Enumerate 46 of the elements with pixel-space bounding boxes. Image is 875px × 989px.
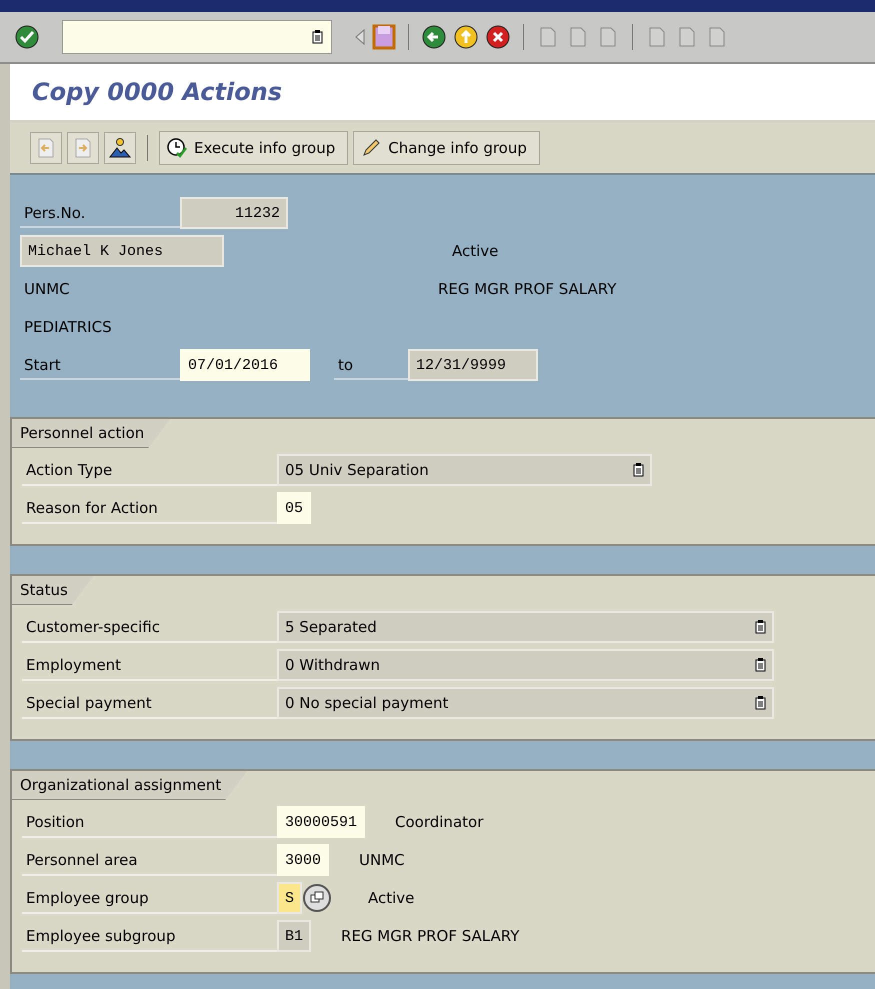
group-title: Personnel action [12,419,170,448]
screen-title: Copy 0000 Actions [32,78,282,106]
description-text: UNMC [359,851,405,869]
landscape-icon [108,136,132,160]
dropdown-icon[interactable] [312,30,323,44]
end-date-field: 12/31/9999 [408,349,538,381]
dropdown-icon[interactable] [633,463,644,477]
input-field[interactable]: 3000 [277,844,330,876]
org-text: UNMC [23,280,71,298]
department-text: PEDIATRICS [23,318,112,336]
group-title: Status [12,576,94,605]
command-field[interactable] [62,20,332,54]
back-arrow-icon[interactable] [354,28,366,46]
input-field: B1 [277,920,312,952]
employee-name-field: Michael K Jones [20,235,224,267]
dropdown-icon[interactable] [755,696,766,710]
back-icon[interactable] [421,24,447,50]
exit-icon[interactable] [453,24,479,50]
description-text: REG MGR PROF SALARY [341,927,520,945]
pencil-icon [360,137,382,159]
input-field[interactable]: S [277,882,302,914]
dropdown-field[interactable]: 0 Withdrawn [277,649,774,681]
status-text: Active [451,242,498,260]
dropdown-field[interactable]: 0 No special payment [277,687,774,719]
previous-icon [36,137,56,159]
description-text: Coordinator [395,813,484,831]
clock-icon [166,137,188,159]
overview-button[interactable] [104,132,136,164]
start-date-field[interactable]: 07/01/2016 [180,349,310,381]
dropdown-icon[interactable] [755,620,766,634]
save-icon[interactable] [372,24,396,50]
toolbar-button[interactable]: Change info group [353,131,540,165]
description-text: Active [368,889,414,907]
personnel-number-field: 11232 [180,197,288,229]
dropdown-icon[interactable] [755,658,766,672]
input-field[interactable]: 30000591 [277,806,366,838]
group-title: Organizational assignment [12,771,248,800]
pay-text: REG MGR PROF SALARY [437,280,616,298]
dropdown-field[interactable]: 05 Univ Separation [277,454,652,486]
next-icon [73,137,93,159]
input-field[interactable]: 05 [277,492,312,524]
cancel-icon[interactable] [485,24,511,50]
confirm-icon[interactable] [14,24,40,50]
toolbar-button[interactable]: Execute info group [159,131,348,165]
search-help-icon[interactable] [302,883,332,913]
dropdown-field[interactable]: 5 Separated [277,611,774,643]
